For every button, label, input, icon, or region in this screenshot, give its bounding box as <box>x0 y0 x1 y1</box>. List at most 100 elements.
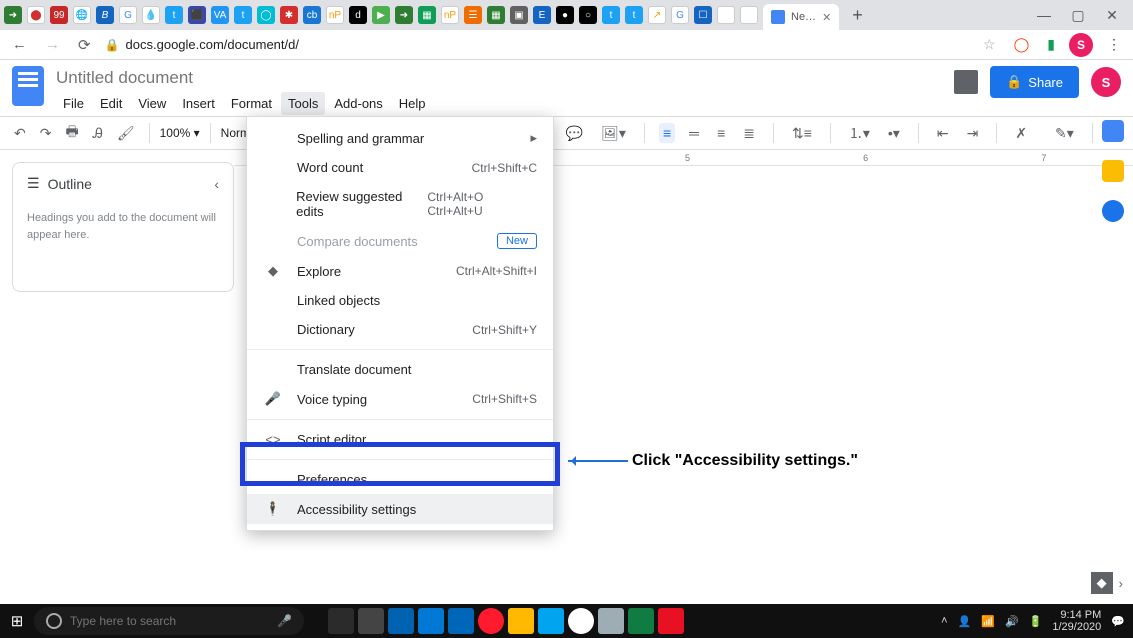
chrome-menu-icon[interactable]: ⋮ <box>1103 36 1125 53</box>
menu-help[interactable]: Help <box>392 92 433 115</box>
tab-favicon[interactable]: VA <box>211 6 229 24</box>
tab-favicon[interactable]: t <box>625 6 643 24</box>
window-minimize[interactable]: — <box>1027 7 1061 23</box>
align-left-icon[interactable]: ≡ <box>659 123 675 143</box>
tab-favicon[interactable]: ▣ <box>510 6 528 24</box>
tab-favicon[interactable]: 99 <box>50 6 68 24</box>
profile-avatar[interactable]: S <box>1069 33 1093 57</box>
active-tab[interactable]: Ne… ✕ <box>763 4 839 30</box>
tab-favicon[interactable]: ✱ <box>280 6 298 24</box>
taskbar-app[interactable] <box>658 608 684 634</box>
tab-favicon[interactable]: cb <box>303 6 321 24</box>
menu-accessibility-settings[interactable]: 🕴Accessibility settings <box>247 494 553 524</box>
indent-increase-icon[interactable]: ⇥ <box>963 123 983 144</box>
tab-favicon[interactable]: d <box>349 6 367 24</box>
window-maximize[interactable]: ▢ <box>1061 7 1095 24</box>
tab-favicon[interactable]: E <box>533 6 551 24</box>
taskview-icon[interactable] <box>328 608 354 634</box>
indent-decrease-icon[interactable]: ⇤ <box>933 123 953 144</box>
tab-favicon[interactable]: ➜ <box>395 6 413 24</box>
paint-format-icon[interactable]: 🖌 <box>113 123 139 144</box>
clear-format-icon[interactable]: ✗ <box>1011 123 1031 144</box>
account-avatar[interactable]: S <box>1091 67 1121 97</box>
tab-favicon[interactable]: ◯ <box>257 6 275 24</box>
network-icon[interactable]: 📶 <box>981 615 995 628</box>
people-icon[interactable]: 👤 <box>958 615 972 628</box>
excel-icon[interactable] <box>628 608 654 634</box>
bulleted-list-icon[interactable]: •▾ <box>884 123 904 144</box>
align-center-icon[interactable]: ═ <box>685 123 703 143</box>
tab-favicon[interactable]: ➜ <box>4 6 22 24</box>
taskbar-app[interactable] <box>538 608 564 634</box>
taskbar-app[interactable] <box>418 608 444 634</box>
star-icon[interactable]: ☆ <box>979 36 1000 53</box>
menu-addons[interactable]: Add-ons <box>327 92 389 115</box>
share-button[interactable]: 🔒 Share <box>990 66 1079 98</box>
opera-icon[interactable] <box>478 608 504 634</box>
tab-favicon[interactable]: ⬤ <box>27 6 45 24</box>
battery-icon[interactable]: 🔋 <box>1029 615 1043 628</box>
nav-reload-icon[interactable]: ⟳ <box>74 34 95 56</box>
document-title[interactable]: Untitled document <box>56 66 433 90</box>
redo-icon[interactable]: ↷ <box>36 123 56 144</box>
menu-translate-document[interactable]: Translate document <box>247 355 553 384</box>
align-justify-icon[interactable]: ≣ <box>739 123 759 144</box>
menu-review-edits[interactable]: Review suggested editsCtrl+Alt+O Ctrl+Al… <box>247 182 553 226</box>
edge-icon[interactable] <box>448 608 474 634</box>
tray-expand-icon[interactable]: ˄ <box>941 615 947 627</box>
spellcheck-icon[interactable]: Ꭿ <box>89 123 107 144</box>
window-close[interactable]: ✕ <box>1095 7 1129 24</box>
chrome-icon[interactable] <box>568 608 594 634</box>
tab-favicon[interactable]: t <box>165 6 183 24</box>
menu-spelling-grammar[interactable]: Spelling and grammar▸ <box>247 123 553 153</box>
menu-script-editor[interactable]: <>Script editor <box>247 425 553 454</box>
tab-favicon[interactable]: ↗ <box>648 6 666 24</box>
tab-favicon[interactable]: t <box>234 6 252 24</box>
omnibox[interactable]: 🔒 docs.google.com/document/d/ <box>105 37 969 52</box>
menu-voice-typing[interactable]: 🎤Voice typingCtrl+Shift+S <box>247 384 553 414</box>
tab-favicon[interactable] <box>717 6 735 24</box>
taskbar-clock[interactable]: 9:14 PM 1/29/2020 <box>1052 609 1101 633</box>
menu-preferences[interactable]: Preferences <box>247 465 553 494</box>
numbered-list-icon[interactable]: ⒈▾ <box>845 121 874 145</box>
editing-mode-icon[interactable]: ✎▾ <box>1051 123 1078 144</box>
comments-icon[interactable] <box>954 70 978 94</box>
tab-favicon[interactable]: ☰ <box>464 6 482 24</box>
calendar-icon[interactable] <box>1102 120 1124 142</box>
taskbar-search-input[interactable] <box>70 614 269 628</box>
start-button[interactable]: ⊞ <box>0 604 34 638</box>
outline-collapse-icon[interactable]: ‹ <box>214 176 219 192</box>
file-explorer-icon[interactable] <box>508 608 534 634</box>
taskbar-app[interactable] <box>388 608 414 634</box>
action-center-icon[interactable]: 💬 <box>1111 615 1125 628</box>
tab-favicon[interactable]: ▦ <box>418 6 436 24</box>
taskbar-search[interactable]: 🎤 <box>34 607 304 635</box>
menu-dictionary[interactable]: DictionaryCtrl+Shift+Y <box>247 315 553 344</box>
side-panel-expand-icon[interactable]: › <box>1119 576 1123 591</box>
menu-linked-objects[interactable]: Linked objects <box>247 286 553 315</box>
tab-favicon[interactable]: G <box>119 6 137 24</box>
menu-format[interactable]: Format <box>224 92 279 115</box>
extension-icon[interactable]: ▮ <box>1043 36 1059 53</box>
opera-icon[interactable]: ◯ <box>1010 36 1034 53</box>
docs-logo-icon[interactable] <box>12 66 44 106</box>
tab-favicon[interactable]: ▦ <box>487 6 505 24</box>
tab-favicon[interactable]: ⬛ <box>188 6 206 24</box>
mic-icon[interactable]: 🎤 <box>277 614 292 628</box>
tab-favicon[interactable]: ▶ <box>372 6 390 24</box>
print-icon[interactable]: 🖶 <box>61 119 82 147</box>
image-icon[interactable]: 🖼▾ <box>597 123 630 144</box>
menu-insert[interactable]: Insert <box>175 92 222 115</box>
tab-favicon[interactable]: ☐ <box>694 6 712 24</box>
taskbar-app[interactable] <box>598 608 624 634</box>
tab-favicon[interactable]: G <box>671 6 689 24</box>
zoom-select[interactable]: 100% ▾ <box>160 126 200 140</box>
taskbar-app[interactable] <box>358 608 384 634</box>
tab-favicon[interactable]: t <box>602 6 620 24</box>
menu-file[interactable]: File <box>56 92 91 115</box>
tab-favicon[interactable]: nP <box>326 6 344 24</box>
tab-favicon[interactable]: nP <box>441 6 459 24</box>
align-right-icon[interactable]: ≡ <box>713 123 729 143</box>
tab-favicon[interactable]: ○ <box>579 6 597 24</box>
menu-tools[interactable]: Tools <box>281 92 325 115</box>
